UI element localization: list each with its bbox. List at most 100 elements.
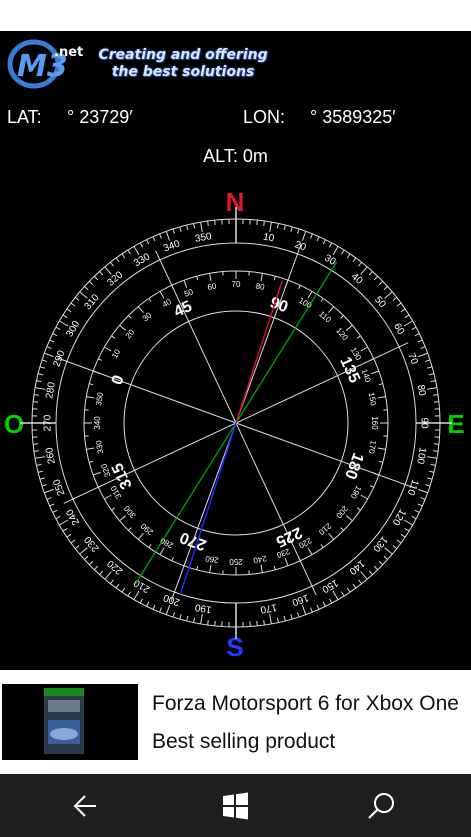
outer-tick (35, 387, 46, 390)
inner-tick (340, 315, 344, 319)
outer-tick (358, 579, 362, 585)
inner-degree-label: 210 (317, 521, 333, 537)
north-label: N (226, 187, 245, 217)
outer-tick (84, 286, 89, 291)
inner-tick (159, 291, 165, 299)
inner-degree-label: 350 (94, 391, 105, 406)
outer-tick (358, 261, 362, 267)
outer-tick (269, 613, 272, 624)
outer-tick (104, 266, 112, 275)
inner-tick (377, 447, 386, 450)
tagline-line-2: the best solutions (111, 64, 255, 80)
inner-tick (128, 527, 132, 531)
outer-tick (146, 239, 150, 245)
inner-tick (320, 298, 324, 303)
outer-tick (269, 222, 272, 233)
inner-degree-label: 160 (370, 416, 379, 430)
outer-tick (432, 450, 439, 452)
outer-tick (368, 271, 373, 276)
outer-tick (276, 223, 279, 229)
outer-tick (152, 236, 156, 242)
outer-tick (332, 590, 339, 600)
ad-banner[interactable]: Forza Motorsport 6 for Xbox One Best sel… (0, 670, 471, 774)
outer-tick (139, 598, 144, 604)
outer-tick (360, 571, 368, 580)
inner-degree-label: 200 (334, 504, 350, 520)
outer-tick (283, 615, 286, 622)
inner-degree-label: 70 (232, 280, 241, 289)
inner-tick (360, 346, 368, 352)
altitude-readout: ALT: 0m (203, 146, 268, 166)
outer-degree-label: 140 (346, 557, 366, 576)
search-icon[interactable] (362, 786, 402, 826)
outer-tick (392, 297, 398, 301)
lat-value: ° 23729′ (67, 107, 133, 127)
east-label: E (447, 409, 464, 439)
outer-tick (33, 450, 40, 452)
inner-tick (104, 494, 112, 500)
outer-tick (276, 617, 279, 623)
inner-degree-label: 330 (94, 439, 105, 454)
outer-tick (55, 515, 61, 520)
inner-degree-label: 300 (122, 504, 138, 520)
inner-degree-label: 110 (317, 309, 333, 324)
outer-tick (127, 249, 131, 255)
inner-tick (92, 471, 101, 476)
outer-tick (400, 533, 406, 538)
inner-tick (89, 460, 94, 463)
inner-degree-label: 290 (139, 521, 155, 537)
inner-tick (345, 324, 353, 331)
system-nav-bar (0, 774, 471, 837)
outer-tick (70, 302, 76, 307)
back-arrow-icon[interactable] (68, 786, 108, 826)
outer-tick (88, 560, 94, 566)
outer-tick (121, 587, 126, 593)
outer-tick (425, 484, 431, 487)
inner-degree-label: 260 (204, 554, 219, 565)
outer-tick (322, 601, 326, 607)
outer-tick (36, 463, 42, 466)
outer-tick (133, 246, 140, 256)
outer-tick (55, 326, 61, 331)
outer-tick (88, 280, 94, 286)
inner-tick (183, 279, 188, 288)
outer-degree-label: 270 (43, 414, 54, 431)
outer-degree-label: 190 (194, 601, 213, 615)
outer-tick (290, 614, 293, 620)
outer-degree-label: 170 (259, 601, 278, 615)
outer-degree-label: 230 (82, 533, 101, 553)
outer-tick (214, 220, 216, 226)
lat-label: LAT: (7, 107, 42, 127)
outer-tick (430, 380, 436, 383)
outer-tick (139, 242, 144, 248)
outer-tick (93, 565, 99, 571)
outer-tick (179, 614, 182, 620)
outer-tick (418, 488, 428, 494)
lon-label: LON: (243, 107, 286, 127)
outer-tick (146, 601, 150, 607)
ad-thumbnail[interactable] (2, 684, 138, 760)
outer-tick (186, 224, 189, 231)
inner-tick (171, 556, 174, 561)
inner-tick (159, 547, 165, 555)
inner-tick (89, 383, 94, 386)
compass-dial[interactable]: N S E O 10203040506070809010011012013014… (0, 180, 471, 670)
inner-degree-label: 240 (252, 554, 267, 565)
outer-tick (46, 346, 52, 349)
windows-logo-icon[interactable] (215, 786, 255, 826)
outer-tick (328, 242, 333, 248)
outer-tick (200, 222, 203, 233)
outer-tick (283, 224, 286, 231)
outer-degree-label: 150 (320, 577, 340, 595)
outer-tick (152, 604, 156, 610)
outer-tick (200, 613, 203, 624)
outer-tick (52, 509, 58, 513)
outer-tick (373, 565, 379, 571)
south-needle (179, 422, 237, 595)
inner-tick (260, 564, 263, 573)
ad-title[interactable]: Forza Motorsport 6 for Xbox One (152, 692, 459, 716)
outer-degree-label: 80 (415, 384, 428, 397)
outer-tick (104, 571, 112, 580)
inner-tick (273, 565, 276, 570)
outer-tick (396, 539, 402, 544)
